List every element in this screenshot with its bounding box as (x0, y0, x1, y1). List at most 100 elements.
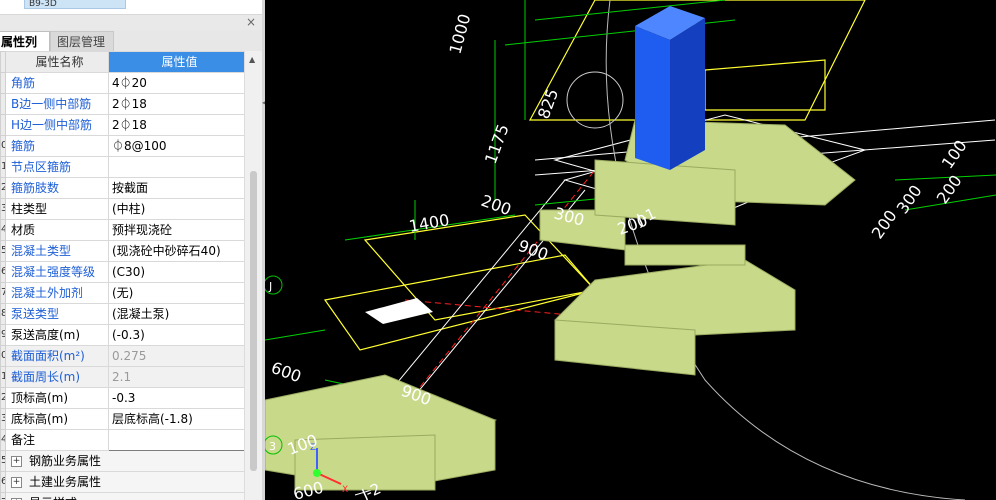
property-row[interactable]: 5混凝土类型(现浇砼中砂碎石40) (0, 240, 248, 262)
property-value[interactable]: 按截面 (108, 177, 248, 199)
footing-center-front (554, 319, 696, 376)
property-row[interactable]: 2箍筋肢数按截面 (0, 177, 248, 199)
property-row[interactable]: 4材质预拌现浇砼 (0, 219, 248, 241)
property-group[interactable]: +显示样式 (5, 492, 248, 500)
group-label: 钢筋业务属性 (29, 454, 102, 468)
dim-label-1000: 1000 (446, 12, 475, 56)
property-name: 材质 (5, 219, 109, 241)
property-row[interactable]: 9泵送高度(m)(-0.3) (0, 324, 248, 346)
dim-label-1400: 1400 (407, 210, 450, 236)
property-value[interactable]: 预拌现浇砼 (108, 219, 248, 241)
row-index: 6 (0, 261, 6, 283)
row-index: 4 (0, 429, 6, 451)
row-index: 4 (0, 219, 6, 241)
property-value[interactable] (108, 429, 248, 451)
row-index: 0 (0, 345, 6, 367)
tree-selected-item[interactable]: B9-3D (24, 0, 126, 9)
property-value[interactable]: 4⏀20 (108, 72, 248, 94)
property-row[interactable]: 1节点区箍筋 (0, 156, 248, 178)
property-name: 截面周长(m) (5, 366, 109, 388)
group-label: 土建业务属性 (29, 475, 102, 489)
property-grid: 属性名称 属性值 角筋4⏀20B边一侧中部筋2⏀18H边一侧中部筋2⏀180箍筋… (0, 51, 248, 500)
property-group[interactable]: + 土建业务属性 (5, 471, 248, 493)
property-row[interactable]: 角筋 4⏀20 (0, 72, 248, 94)
property-value[interactable]: 0.275 (108, 345, 248, 367)
model-canvas[interactable]: Z X 1000 825 1175 200 300 200 1400 900 6… (265, 0, 996, 500)
property-name: 混凝土强度等级 (5, 261, 109, 283)
property-row[interactable]: 7混凝土外加剂(无) (0, 282, 248, 304)
expand-icon[interactable]: + (11, 456, 22, 467)
row-index: 9 (0, 324, 6, 346)
property-row[interactable]: 3柱类型(中柱) (0, 198, 248, 220)
property-name: 角筋 (5, 72, 109, 94)
property-group-row[interactable]: 5 + 钢筋业务属性 (0, 450, 248, 472)
property-row[interactable]: 0箍筋⏀8@100 (0, 135, 248, 157)
property-value[interactable]: (中柱) (108, 198, 248, 220)
property-value[interactable]: ⏀8@100 (108, 135, 248, 157)
header-value: 属性值 (108, 51, 248, 73)
property-value[interactable]: 2⏀18 (108, 93, 248, 115)
selected-column[interactable] (635, 6, 705, 170)
dim-label-600: 600 (269, 358, 304, 386)
axis-label-3: 3 (269, 440, 276, 453)
property-name: 泵送类型 (5, 303, 109, 325)
axis-marker-j (265, 275, 283, 295)
close-icon[interactable]: × (246, 15, 256, 30)
column-outline (704, 59, 826, 111)
dim-label-300b: 300 (893, 181, 926, 217)
dim-label-200c: 200 (868, 206, 901, 242)
row-index: 7 (0, 282, 6, 304)
property-name: 箍筋肢数 (5, 177, 109, 199)
property-value[interactable]: (现浇砼中砂碎石40) (108, 240, 248, 262)
property-value[interactable]: (-0.3) (108, 324, 248, 346)
dim-label-200: 200 (479, 191, 514, 219)
white-pad (365, 298, 433, 324)
properties-panel: B9-3D × 属性列表 图层管理 属性名称 属性值 角筋4⏀20B边一侧中部筋… (0, 0, 262, 500)
property-name: B边一侧中部筋 (5, 93, 109, 115)
property-value[interactable]: (混凝土泵) (108, 303, 248, 325)
tab-layer-management[interactable]: 图层管理 (50, 31, 114, 51)
tree-strip: B9-3D (0, 0, 262, 15)
property-row[interactable]: 6混凝土强度等级(C30) (0, 261, 248, 283)
property-row[interactable]: 0截面面积(m²)0.275 (0, 345, 248, 367)
property-row[interactable]: 2顶标高(m)-0.3 (0, 387, 248, 409)
axis-label-j: J (268, 280, 272, 293)
3d-viewport[interactable]: Z X 1000 825 1175 200 300 200 1400 900 6… (265, 0, 996, 500)
property-row[interactable]: 4备注 (0, 429, 248, 451)
row-index: 6 (0, 471, 6, 493)
column-side-face (670, 18, 705, 170)
vertical-scrollbar[interactable]: ▲ (244, 51, 262, 500)
property-row[interactable]: B边一侧中部筋 2⏀18 (0, 93, 248, 115)
row-index: 8 (0, 303, 6, 325)
property-group-row[interactable]: 7+显示样式 (0, 492, 248, 500)
property-name: 节点区箍筋 (5, 156, 109, 178)
property-value[interactable]: 层底标高(-1.8) (108, 408, 248, 430)
property-row[interactable]: 8泵送类型(混凝土泵) (0, 303, 248, 325)
row-index: 5 (0, 240, 6, 262)
property-name: 截面面积(m²) (5, 345, 109, 367)
property-value[interactable]: 2.1 (108, 366, 248, 388)
property-group[interactable]: + 钢筋业务属性 (5, 450, 248, 472)
property-value[interactable]: (无) (108, 282, 248, 304)
grid-header: 属性名称 属性值 (0, 51, 248, 73)
column-front-face (635, 26, 670, 170)
tab-property-list[interactable]: 属性列表 (0, 31, 50, 69)
property-value[interactable] (108, 156, 248, 178)
expand-icon[interactable]: + (11, 477, 22, 488)
footing-j1-front (594, 159, 736, 226)
dim-label-1175: 1175 (481, 122, 513, 167)
property-value[interactable]: -0.3 (108, 387, 248, 409)
property-row[interactable]: 1截面周长(m)2.1 (0, 366, 248, 388)
property-name: 顶标高(m) (5, 387, 109, 409)
scroll-up-icon[interactable]: ▲ (249, 55, 255, 64)
footing-center-top (624, 244, 746, 266)
row-index: 3 (0, 198, 6, 220)
property-value[interactable]: (C30) (108, 261, 248, 283)
property-group-row[interactable]: 6 + 土建业务属性 (0, 471, 248, 493)
property-value[interactable]: 2⏀18 (108, 114, 248, 136)
property-name: 备注 (5, 429, 109, 451)
scrollbar-thumb[interactable] (250, 171, 257, 471)
property-row[interactable]: H边一侧中部筋 2⏀18 (0, 114, 248, 136)
property-row[interactable]: 3底标高(m)层底标高(-1.8) (0, 408, 248, 430)
panel-titlebar: × (0, 15, 262, 31)
